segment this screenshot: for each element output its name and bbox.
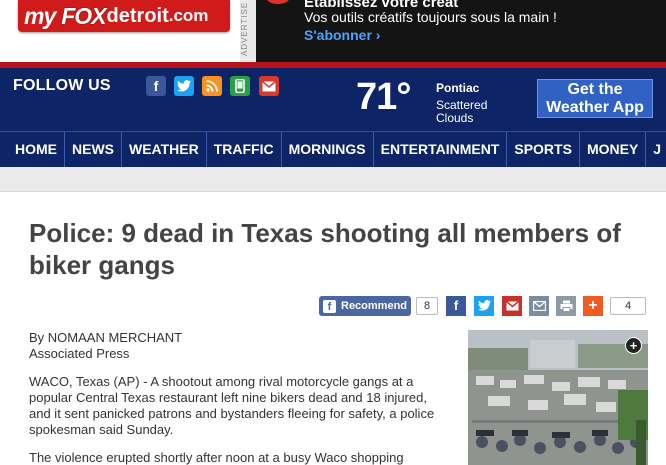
rss-icon[interactable] — [202, 76, 222, 96]
follow-us-label: FOLLOW US — [13, 77, 111, 94]
logo-dotcom: .com — [168, 6, 209, 25]
share-email-icon[interactable] — [529, 296, 549, 316]
nav-item-sports[interactable]: SPORTS — [507, 132, 580, 167]
nav-item-weather[interactable]: WEATHER — [122, 132, 207, 167]
temperature[interactable]: 71° — [356, 76, 411, 119]
article-paragraph: The violence erupted shortly after noon … — [29, 450, 404, 465]
article-paragraph: WACO, Texas (AP) - A shootout among riva… — [29, 374, 435, 437]
article-headline: Police: 9 dead in Texas shooting all mem… — [29, 218, 621, 280]
nav-item-entertainment[interactable]: ENTERTAINMENT — [374, 132, 508, 167]
share-facebook-icon[interactable]: f — [446, 296, 466, 316]
byline-source: Associated Press — [29, 346, 130, 361]
logo-my: my — [24, 2, 56, 29]
main-nav: HOME NEWS WEATHER TRAFFIC MORNINGS ENTER… — [0, 131, 666, 167]
share-twitter-icon[interactable] — [474, 296, 494, 316]
site-logo[interactable]: my FOX detroit .com — [18, 0, 230, 32]
logo-fox: FOX — [61, 2, 106, 29]
article-byline: By NOMAAN MERCHANT Associated Press — [29, 330, 182, 362]
subnav-bar — [0, 167, 666, 192]
recommend-count: 8 — [416, 297, 438, 315]
ad-label: ADVERTISE — [240, 0, 256, 62]
share-more-icon[interactable]: + — [583, 296, 603, 316]
article-photo[interactable] — [468, 330, 648, 465]
nav-item-home[interactable]: HOME — [0, 132, 65, 167]
weather-city: Pontiac — [436, 81, 480, 95]
nav-item-news[interactable]: NEWS — [65, 132, 122, 167]
email-icon[interactable] — [259, 76, 279, 96]
ad-tagline: Vos outils créatifs toujours sous la mai… — [304, 9, 557, 25]
logo-detroit: detroit — [106, 4, 169, 27]
zoom-icon[interactable]: + — [625, 337, 642, 354]
share-gmail-icon[interactable] — [502, 296, 522, 316]
weather-app-button[interactable]: Get the Weather App — [537, 79, 653, 118]
nav-item-money[interactable]: MONEY — [580, 132, 647, 167]
recommend-label: Recommend — [341, 300, 408, 312]
share-count: 4 — [610, 297, 646, 315]
facebook-icon[interactable]: f — [146, 76, 166, 96]
recommend-button[interactable]: f Recommend — [319, 296, 411, 316]
ad-banner[interactable]: Établissez votre créat Vos outils créati… — [256, 0, 666, 62]
nav-item-mornings[interactable]: MORNINGS — [282, 132, 374, 167]
site-header: my FOX detroit .com ADVERTISE Établissez… — [0, 0, 666, 62]
weather-conditions: Scattered Clouds — [436, 98, 488, 125]
nav-item-more[interactable]: J — [646, 132, 666, 167]
ad-subscribe-link[interactable]: S'abonner › — [304, 27, 380, 43]
print-icon[interactable] — [556, 296, 576, 316]
ad-logo-icon — [266, 0, 290, 4]
facebook-icon: f — [323, 299, 336, 313]
mobile-icon[interactable] — [230, 76, 250, 96]
nav-item-traffic[interactable]: TRAFFIC — [207, 132, 282, 167]
twitter-icon[interactable] — [174, 76, 194, 96]
follow-bar: FOLLOW US f 71° Pontiac Scattered Clouds… — [0, 68, 666, 131]
byline-author: By NOMAAN MERCHANT — [29, 330, 183, 345]
